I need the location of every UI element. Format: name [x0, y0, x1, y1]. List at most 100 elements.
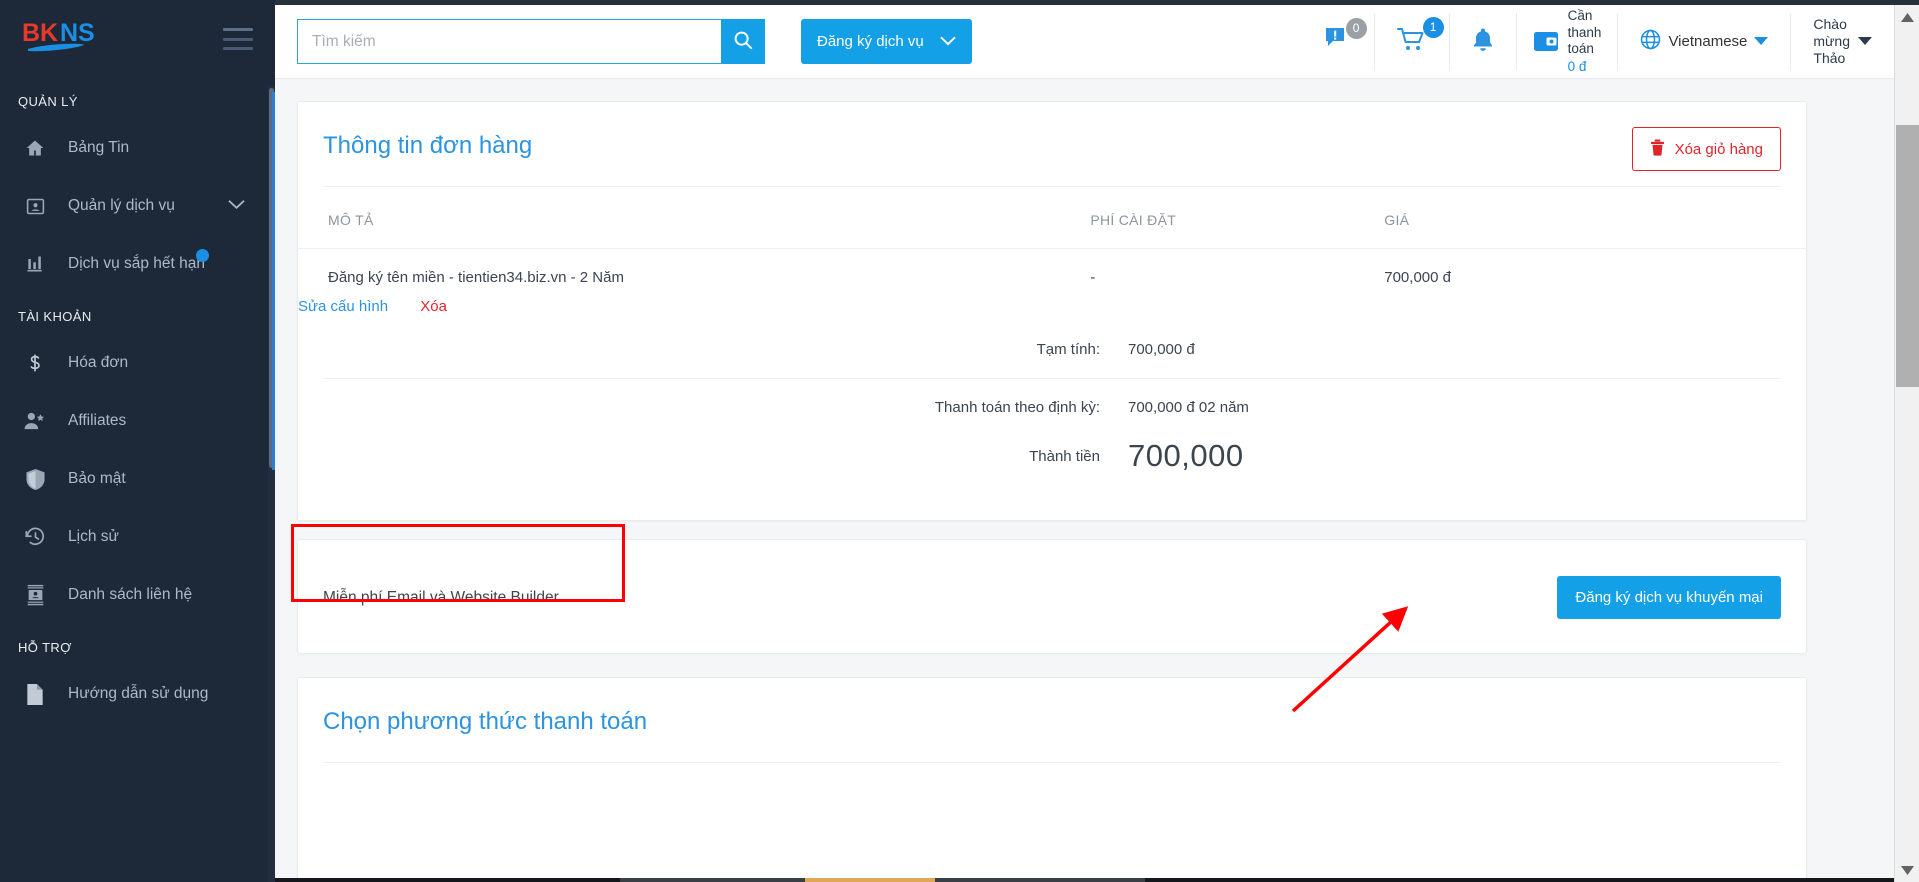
- sidebar-item-label: Danh sách liên hệ: [68, 586, 193, 603]
- sidebar-item-danh-sach-lien-he[interactable]: Danh sách liên hệ: [0, 566, 275, 624]
- history-icon: [20, 524, 50, 550]
- cart-icon: [1396, 26, 1427, 58]
- payment-method-card: Chọn phương thức thanh toán: [297, 677, 1807, 882]
- cart-button[interactable]: 1: [1375, 5, 1449, 79]
- globe-icon: [1640, 29, 1661, 55]
- sidebar-section-title-account: TÀI KHOẢN: [18, 309, 92, 324]
- taskbar-segment: [935, 878, 1145, 882]
- search-icon: [732, 29, 754, 54]
- sidebar-brand: BK NS: [0, 0, 275, 78]
- ticket-badge: 0: [1345, 17, 1367, 39]
- bkns-logo-svg: BK NS: [22, 19, 95, 52]
- column-header-fee: PHÍ CÀI ĐẶT: [1090, 212, 1177, 228]
- search-box: [297, 19, 765, 64]
- chevron-down-icon: [1754, 33, 1769, 51]
- register-service-button[interactable]: Đăng ký dịch vụ: [801, 19, 972, 64]
- sidebar-section-title-support: HỖ TRỢ: [18, 640, 72, 655]
- payment-due-button[interactable]: Cần thanh toán 0 đ: [1517, 5, 1618, 79]
- main-content: Thông tin đơn hàng Xóa giỏ hàng MÔ TẢ PH…: [275, 79, 1894, 882]
- user-menu[interactable]: Chào mừng Thảo: [1791, 5, 1894, 79]
- search-button[interactable]: [721, 19, 765, 64]
- sidebar-section-title-management: QUẢN LÝ: [18, 94, 78, 109]
- search-input[interactable]: [297, 19, 721, 64]
- sidebar-item-label: Bảo mật: [68, 470, 126, 487]
- row-description: Đăng ký tên miền - tientien34.biz.vn - 2…: [298, 248, 1091, 286]
- user-plus-icon: [20, 408, 50, 434]
- table-row: Đăng ký tên miền - tientien34.biz.vn - 2…: [298, 248, 1806, 286]
- bkns-logo[interactable]: BK NS: [22, 19, 144, 59]
- register-promo-service-button[interactable]: Đăng ký dịch vụ khuyến mại: [1557, 576, 1781, 619]
- dollar-icon: [20, 350, 50, 376]
- payment-due-label-3: toán: [1567, 41, 1594, 57]
- trash-icon: [1650, 139, 1665, 160]
- order-info-card: Thông tin đơn hàng Xóa giỏ hàng MÔ TẢ PH…: [297, 101, 1807, 521]
- clear-cart-button[interactable]: Xóa giỏ hàng: [1631, 127, 1781, 171]
- sidebar-item-bao-mat[interactable]: Bảo mật: [0, 450, 275, 508]
- taskbar-segment: [620, 878, 805, 882]
- payment-due-amount: 0 đ: [1567, 58, 1587, 74]
- os-taskbar-sliver: [275, 878, 1894, 882]
- window-scrollbar[interactable]: [1894, 5, 1919, 882]
- scrollbar-up-arrow-icon[interactable]: [1895, 7, 1919, 27]
- edit-config-link[interactable]: Sửa cấu hình: [298, 298, 388, 315]
- bar-chart-icon: [20, 251, 50, 277]
- scrollbar-down-arrow-icon[interactable]: [1895, 860, 1919, 880]
- summary-row-subtotal: Tạm tính: 700,000 đ: [298, 341, 1806, 358]
- table-header-row: MÔ TẢ PHÍ CÀI ĐẶT GIÁ: [298, 187, 1806, 249]
- summary-value: 700,000 đ: [1128, 341, 1195, 358]
- column-header-desc: MÔ TẢ: [328, 212, 374, 228]
- app-root: BK NS QUẢN LÝ Bảng Tin Quản lý dịch vụ D…: [0, 0, 1919, 882]
- sidebar-item-label: Hóa đơn: [68, 354, 129, 371]
- summary-divider: [323, 378, 1781, 379]
- summary-label: Thanh toán theo định kỳ:: [934, 399, 1100, 416]
- taskbar-segment-active: [805, 878, 935, 882]
- sidebar: BK NS QUẢN LÝ Bảng Tin Quản lý dịch vụ D…: [0, 0, 275, 882]
- burger-line: [223, 28, 253, 31]
- sidebar-item-quan-ly-dich-vu[interactable]: Quản lý dịch vụ: [0, 177, 275, 235]
- summary-row-total: Thành tiền 700,000: [298, 438, 1806, 474]
- notification-dot: [196, 249, 209, 262]
- chevron-down-icon: [1858, 33, 1872, 51]
- summary-label: Thành tiền: [1029, 447, 1100, 465]
- order-card-title: Thông tin đơn hàng: [323, 132, 533, 159]
- sidebar-item-hoa-don[interactable]: Hóa đơn: [0, 334, 275, 392]
- burger-line: [223, 47, 253, 50]
- sidebar-item-lich-su[interactable]: Lịch sử: [0, 508, 275, 566]
- sidebar-item-label: Hướng dẫn sử dụng: [68, 685, 209, 702]
- sidebar-toggle-button[interactable]: [223, 28, 253, 50]
- svg-text:NS: NS: [60, 19, 95, 47]
- language-selector[interactable]: Vietnamese: [1618, 5, 1790, 79]
- sidebar-item-label: Quản lý dịch vụ: [68, 197, 175, 214]
- chevron-down-icon[interactable]: [228, 197, 245, 215]
- promo-card: Miễn phí Email và Website Builder Đăng k…: [297, 539, 1807, 654]
- sidebar-item-bang-tin[interactable]: Bảng Tin: [0, 119, 275, 177]
- sidebar-item-huong-dan-su-dung[interactable]: Hướng dẫn sử dụng: [0, 665, 275, 723]
- sidebar-item-label: Bảng Tin: [68, 139, 130, 156]
- table-row-actions: Sửa cấu hình Xóa: [298, 286, 1806, 315]
- burger-line: [223, 37, 253, 41]
- sidebar-item-affiliates[interactable]: Affiliates: [0, 392, 275, 450]
- summary-total-value: 700,000: [1128, 438, 1244, 473]
- order-summary: Tạm tính: 700,000 đ Thanh toán theo định…: [298, 341, 1806, 474]
- tickets-button[interactable]: 0: [1302, 5, 1374, 79]
- promo-text: Miễn phí Email và Website Builder: [323, 588, 559, 606]
- wallet-icon: [1533, 30, 1559, 58]
- greeting-line-1: Chào: [1813, 16, 1847, 32]
- chevron-down-icon: [940, 33, 956, 50]
- summary-value: 700,000 đ 02 năm: [1128, 399, 1249, 416]
- top-header: Đăng ký dịch vụ 0: [275, 5, 1894, 79]
- row-setup-fee: -: [1090, 248, 1385, 286]
- document-icon: [20, 681, 50, 707]
- id-card-icon: [20, 193, 50, 219]
- notifications-button[interactable]: [1450, 5, 1516, 79]
- row-price: 700,000 đ: [1384, 248, 1806, 286]
- sidebar-item-dich-vu-sap-het-han[interactable]: Dịch vụ sắp hết hạn: [0, 235, 275, 293]
- sidebar-item-label: Dịch vụ sắp hết hạn: [68, 255, 206, 272]
- window-scrollbar-thumb[interactable]: [1896, 125, 1919, 387]
- register-service-label: Đăng ký dịch vụ: [817, 33, 924, 50]
- summary-row-recurring: Thanh toán theo định kỳ: 700,000 đ 02 nă…: [298, 399, 1806, 416]
- contact-card-icon: [20, 582, 50, 608]
- language-label: Vietnamese: [1668, 33, 1748, 50]
- shield-icon: [20, 466, 50, 492]
- delete-item-link[interactable]: Xóa: [420, 298, 447, 315]
